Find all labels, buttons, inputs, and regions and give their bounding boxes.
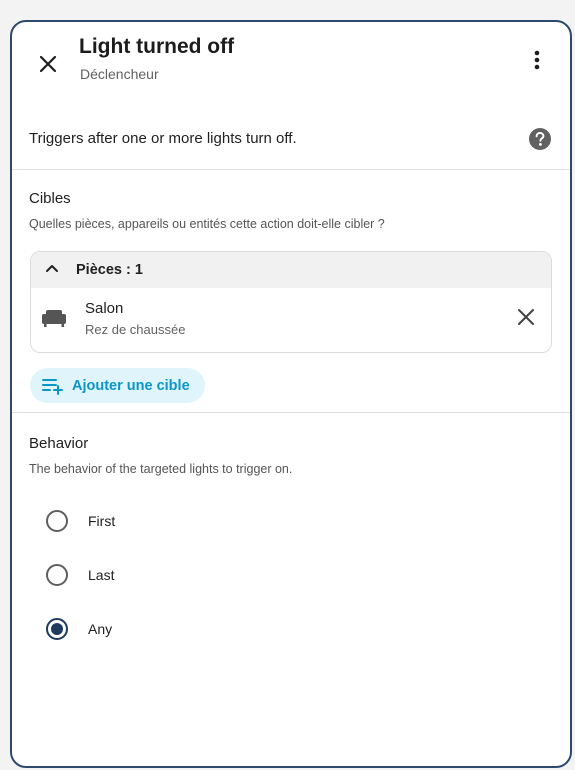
more-options-button[interactable] (522, 45, 552, 75)
help-icon (529, 128, 551, 150)
targets-description: Quelles pièces, appareils ou entités cet… (29, 217, 385, 231)
help-button[interactable] (528, 127, 552, 151)
dialog-title: Light turned off (79, 35, 235, 58)
dialog-header: Light turned off Déclencheur (12, 22, 570, 114)
rooms-group: Pièces : 1 Salon Rez de chaussée (30, 251, 552, 353)
dialog-subtitle: Déclencheur (80, 66, 159, 82)
add-target-button[interactable]: Ajouter une cible (30, 368, 205, 403)
target-item-name: Salon (85, 300, 124, 317)
more-vertical-icon (534, 50, 540, 70)
remove-target-button[interactable] (517, 308, 535, 331)
rooms-group-header[interactable]: Pièces : 1 (31, 252, 551, 288)
trigger-description: Triggers after one or more lights turn o… (29, 130, 297, 147)
radio-button[interactable] (46, 510, 68, 532)
sofa-icon (42, 310, 66, 327)
chevron-up-icon (46, 265, 58, 272)
trigger-dialog: Light turned off Déclencheur Triggers af… (10, 20, 572, 768)
targets-title: Cibles (29, 190, 71, 207)
radio-label: Last (88, 567, 115, 583)
rooms-group-label: Pièces : 1 (76, 262, 143, 278)
playlist-plus-icon (42, 378, 63, 395)
radio-label: First (88, 513, 116, 529)
radio-button[interactable] (46, 564, 68, 586)
trigger-description-row: Triggers after one or more lights turn o… (12, 114, 570, 170)
behavior-option-first[interactable]: First (46, 507, 115, 535)
radio-label: Any (88, 621, 113, 637)
add-target-label: Ajouter une cible (72, 377, 190, 394)
close-icon (39, 55, 57, 73)
targets-section: Cibles Quelles pièces, appareils ou enti… (12, 170, 570, 413)
target-item: Salon Rez de chaussée (31, 288, 551, 352)
target-item-floor: Rez de chaussée (85, 322, 186, 337)
radio-button[interactable] (46, 618, 68, 640)
behavior-option-last[interactable]: Last (46, 561, 114, 589)
close-button[interactable] (31, 47, 65, 81)
close-icon (518, 309, 534, 325)
behavior-description: The behavior of the targeted lights to t… (29, 462, 293, 476)
behavior-option-any[interactable]: Any (46, 615, 112, 643)
behavior-title: Behavior (29, 435, 89, 452)
behavior-section: Behavior The behavior of the targeted li… (12, 413, 570, 713)
